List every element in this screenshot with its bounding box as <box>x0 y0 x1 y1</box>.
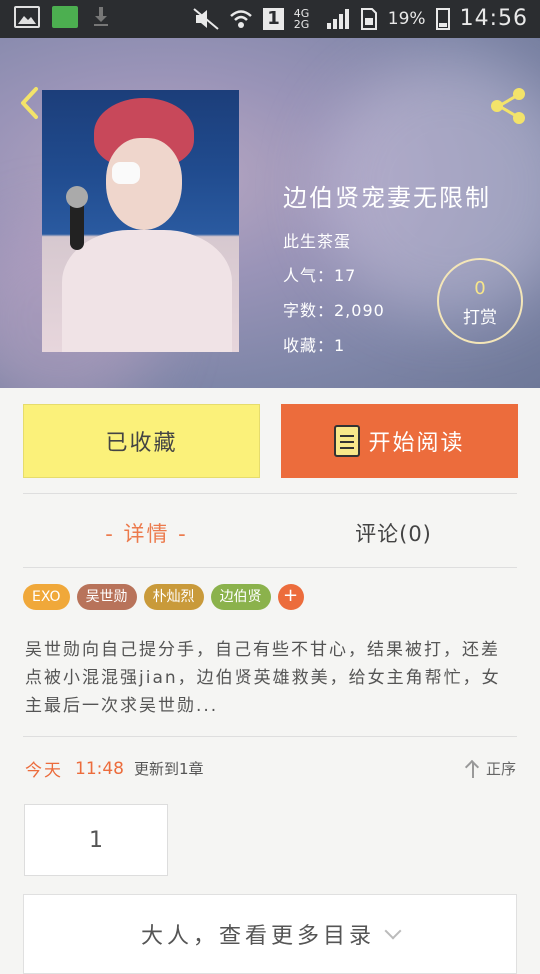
book-author[interactable]: 此生茶蛋 <box>283 228 351 252</box>
tip-button[interactable]: 0 打赏 <box>437 258 523 344</box>
update-day: 今天 <box>25 761 63 781</box>
book-cover-image[interactable] <box>42 90 239 352</box>
divider <box>23 493 517 494</box>
divider <box>23 567 517 568</box>
update-text: 更新到1章 <box>134 760 204 778</box>
battery-icon <box>435 7 450 30</box>
chapter-item[interactable]: 1 <box>24 804 168 876</box>
divider <box>23 736 517 737</box>
tag-item[interactable]: 边伯贤 <box>210 584 271 610</box>
book-title: 边伯贤宠妻无限制 <box>283 184 491 212</box>
add-tag-button[interactable]: + <box>277 584 304 610</box>
wifi-icon <box>230 9 253 28</box>
sort-order-label: 正序 <box>485 760 516 778</box>
status-bar: 1 4G 2G 19% 14:56 <box>0 0 540 38</box>
chevron-down-icon <box>384 922 402 940</box>
app-notification-icon <box>52 6 78 28</box>
favorited-button-label: 已收藏 <box>105 431 178 456</box>
tab-detail[interactable]: - 详情 - <box>23 500 270 566</box>
tag-item[interactable]: EXO <box>23 584 70 610</box>
favorited-button[interactable]: 已收藏 <box>23 404 260 478</box>
update-info: 今天 11:48 更新到1章 <box>25 756 204 782</box>
chapter-number: 1 <box>89 827 103 853</box>
signal-icon <box>326 8 349 29</box>
book-favorites: 收藏：1 <box>283 336 346 355</box>
tab-comments[interactable]: 评论(0) <box>270 500 517 566</box>
book-description[interactable]: 吴世勋向自己提分手，自己有些不甘心，结果被打，还差点被小混混强jian，边伯贤英… <box>25 636 515 720</box>
arrow-up-icon <box>466 760 480 778</box>
update-time: 11:48 <box>75 758 124 779</box>
sim-card-icon <box>360 7 377 30</box>
mute-icon <box>193 7 219 30</box>
more-catalog-button[interactable]: 大人，查看更多目录 <box>23 894 517 974</box>
network-type: 4G 2G <box>293 6 310 31</box>
sort-order-button[interactable]: 正序 <box>466 758 516 779</box>
status-bar-notifications <box>14 6 116 28</box>
download-icon <box>90 6 116 28</box>
book-popularity: 人气：17 <box>283 266 357 285</box>
share-button[interactable] <box>488 86 528 126</box>
status-bar-system: 1 4G 2G 19% 14:56 <box>193 6 528 31</box>
start-reading-button[interactable]: 开始阅读 <box>281 404 518 478</box>
more-catalog-label: 大人，查看更多目录 <box>140 924 375 949</box>
book-icon <box>334 425 361 457</box>
book-word-count: 字数：2,090 <box>283 301 385 320</box>
clock: 14:56 <box>459 6 528 31</box>
tag-list: EXO 吴世勋 朴灿烈 边伯贤 + <box>23 584 304 610</box>
start-reading-label: 开始阅读 <box>368 431 465 456</box>
gallery-icon <box>14 6 40 28</box>
sim-indicator: 1 <box>263 7 284 30</box>
tip-count: 0 <box>474 278 486 299</box>
tag-item[interactable]: 朴灿烈 <box>143 584 204 610</box>
battery-percent: 19% <box>387 8 426 29</box>
tag-item[interactable]: 吴世勋 <box>76 584 137 610</box>
tip-label: 打赏 <box>463 308 497 328</box>
